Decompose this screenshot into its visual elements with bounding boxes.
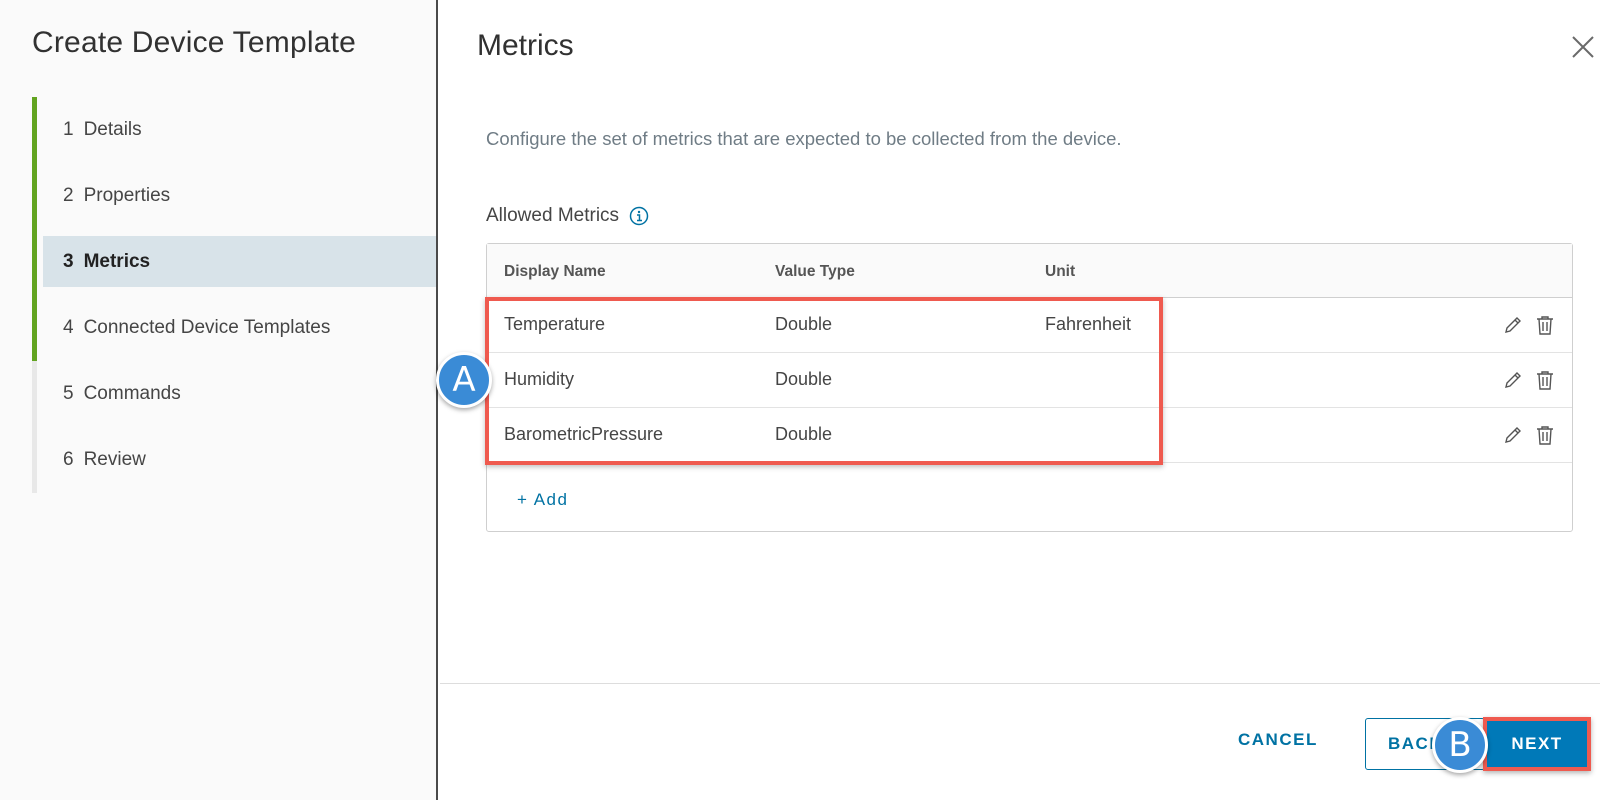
table-header: Display Name Value Type Unit [487,244,1572,298]
pencil-icon[interactable] [1502,314,1524,336]
page-description: Configure the set of metrics that are ex… [486,128,1122,149]
column-header-display-name: Display Name [504,263,606,280]
row-actions [1502,369,1556,391]
allowed-metrics-label: Allowed Metrics [486,205,620,226]
step-connected-device-templates[interactable]: 4 Connected Device Templates [32,295,436,361]
trash-icon[interactable] [1534,369,1556,391]
step-metrics[interactable]: 3 Metrics [32,229,436,295]
step-number: 6 [63,449,74,470]
callout-badge-b: B [1432,717,1488,773]
metrics-table: Display Name Value Type Unit Temperature… [486,243,1573,532]
pencil-icon[interactable] [1502,424,1524,446]
main-panel: Metrics Configure the set of metrics tha… [440,0,1600,800]
step-details[interactable]: 1 Details [32,97,436,163]
step-label: Details [83,119,142,140]
row-actions [1502,314,1556,336]
step-number: 2 [63,185,74,206]
step-commands[interactable]: 5 Commands [32,361,436,427]
row-actions [1502,424,1556,446]
trash-icon[interactable] [1534,314,1556,336]
callout-badge-a: A [436,352,492,408]
cell-display-name: BarometricPressure [504,424,664,444]
cell-display-name: Humidity [504,369,575,389]
cell-value-type: Double [775,369,833,389]
stepper-sidebar: Create Device Template 1 Details 2 Prope… [0,0,438,800]
step-label: Review [83,449,146,470]
step-label: Commands [83,383,181,404]
step-list: 1 Details 2 Properties 3 Metrics 4 Conne… [32,97,436,493]
step-label: Metrics [83,251,151,272]
column-header-value-type: Value Type [775,263,855,280]
add-metric-link[interactable]: + Add [517,490,568,510]
table-row: Humidity Double [487,353,1572,408]
cell-unit: Fahrenheit [1045,314,1132,334]
table-row: Temperature Double Fahrenheit [487,298,1572,353]
cell-display-name: Temperature [504,314,606,334]
column-header-unit: Unit [1045,263,1076,280]
step-label: Connected Device Templates [83,317,331,338]
next-button[interactable]: NEXT [1483,717,1591,771]
cancel-button[interactable]: CANCEL [1238,730,1318,750]
info-icon[interactable] [629,206,649,226]
step-number: 3 [63,251,74,272]
section-label: Allowed Metrics [486,205,649,227]
cell-value-type: Double [775,424,833,444]
step-number: 4 [63,317,74,338]
step-properties[interactable]: 2 Properties [32,163,436,229]
step-label: Properties [83,185,171,206]
page-title: Metrics [477,29,574,62]
table-row: BarometricPressure Double [487,408,1572,463]
trash-icon[interactable] [1534,424,1556,446]
close-icon[interactable] [1570,34,1596,60]
cell-value-type: Double [775,314,833,334]
step-number: 5 [63,383,74,404]
footer-divider [440,683,1600,684]
step-review[interactable]: 6 Review [32,427,436,493]
step-number: 1 [63,119,74,140]
pencil-icon[interactable] [1502,369,1524,391]
wizard-title: Create Device Template [32,26,356,59]
